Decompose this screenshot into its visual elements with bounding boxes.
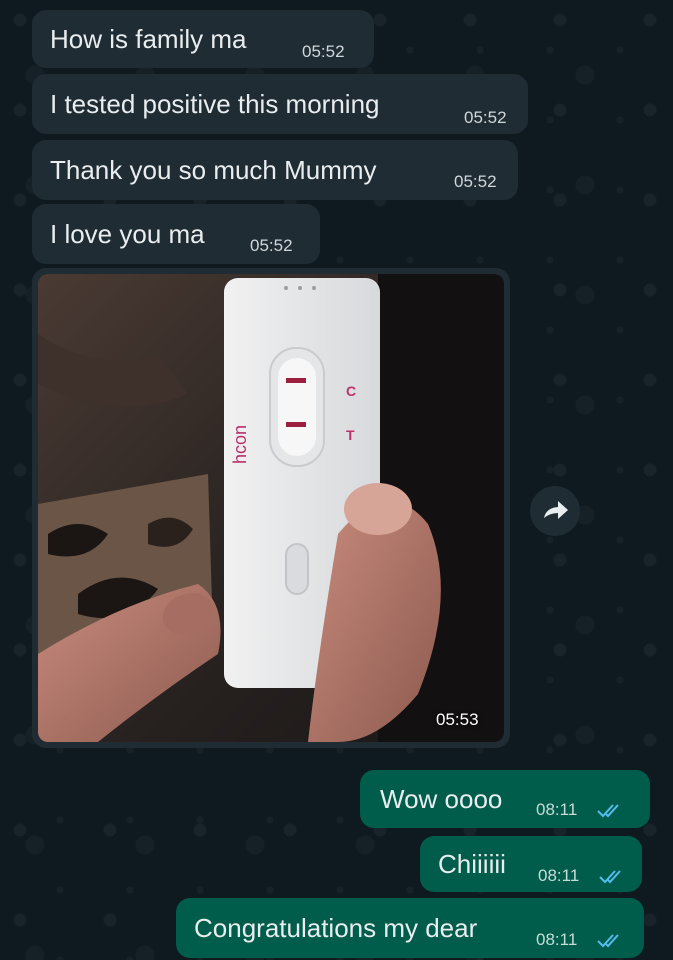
svg-text:C: C xyxy=(346,383,356,399)
message-text: Thank you so much Mummy xyxy=(50,155,377,185)
forward-arrow-icon xyxy=(544,501,568,519)
message-text: How is family ma xyxy=(50,24,247,54)
message-time: 05:52 xyxy=(250,236,293,255)
double-check-icon xyxy=(597,934,619,948)
double-check-icon xyxy=(599,870,621,884)
svg-text:T: T xyxy=(346,427,355,443)
message-time: 05:53 xyxy=(436,710,479,729)
message-bubble-incoming[interactable]: Thank you so much Mummy 05:52 xyxy=(32,140,518,200)
message-bubble-outgoing[interactable]: Congratulations my dear 08:11 xyxy=(176,898,644,958)
message-time: 05:52 xyxy=(464,108,507,127)
message-time: 05:52 xyxy=(302,42,345,61)
message-bubble-incoming[interactable]: I tested positive this morning 05:52 xyxy=(32,74,528,134)
message-text: I tested positive this morning xyxy=(50,89,380,119)
message-bubble-outgoing[interactable]: Chiiiiii 08:11 xyxy=(420,836,642,892)
test-brand-label: hcon xyxy=(230,425,250,464)
pregnancy-test-photo[interactable]: C T hcon xyxy=(38,274,504,742)
message-bubble-incoming[interactable]: I love you ma 05:52 xyxy=(32,204,320,264)
message-text: Chiiiiii xyxy=(438,849,506,879)
message-time: 05:52 xyxy=(454,172,497,191)
double-check-icon xyxy=(597,804,619,818)
message-bubble-outgoing[interactable]: Wow oooo 08:11 xyxy=(360,770,650,828)
message-time: 08:11 xyxy=(536,800,578,819)
image-message[interactable]: C T hcon 05:53 xyxy=(32,268,510,748)
message-time: 08:11 xyxy=(536,930,578,949)
pregnancy-test-image: C T hcon xyxy=(38,274,504,742)
message-text: Wow oooo xyxy=(380,784,503,814)
message-text: Congratulations my dear xyxy=(194,913,478,943)
message-bubble-incoming[interactable]: How is family ma 05:52 xyxy=(32,10,374,68)
message-text: I love you ma xyxy=(50,219,205,249)
forward-button[interactable] xyxy=(530,486,580,536)
message-time: 08:11 xyxy=(538,866,580,885)
